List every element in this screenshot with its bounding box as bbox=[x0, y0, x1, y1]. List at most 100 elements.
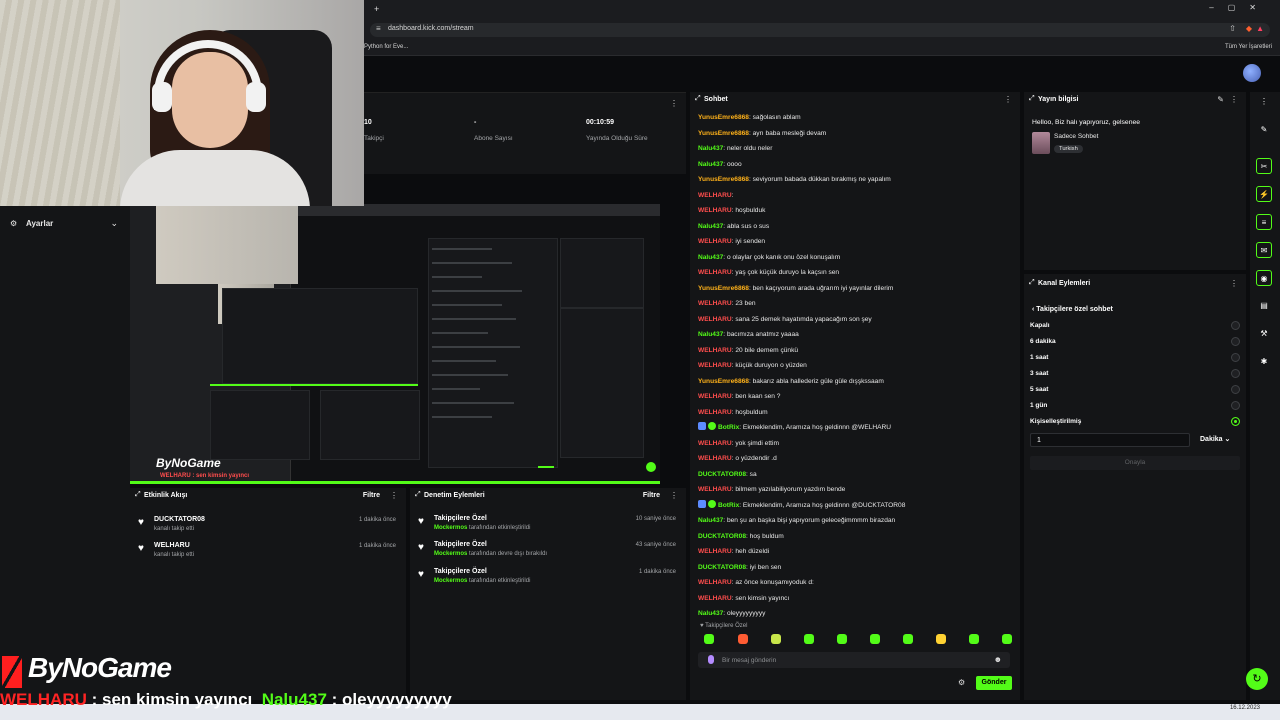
chat-settings-icon[interactable]: ⚙ bbox=[958, 678, 965, 687]
emoji-icon[interactable]: ☻ bbox=[994, 655, 1002, 664]
emote-icon[interactable] bbox=[837, 634, 847, 644]
chat-username[interactable]: BotRix bbox=[718, 424, 739, 431]
chat-username[interactable]: Nalu437 bbox=[698, 161, 723, 168]
duration-option[interactable]: 1 gün bbox=[1030, 400, 1240, 414]
chat-username[interactable]: WELHARU bbox=[698, 486, 732, 493]
chat-username[interactable]: DUCKTATOR08 bbox=[698, 471, 746, 478]
tune-icon[interactable]: ≡ bbox=[376, 24, 381, 33]
sidebar-item-settings[interactable]: ⚙ Ayarlar ⌄ bbox=[0, 216, 128, 232]
filter-button[interactable]: Filtre bbox=[643, 492, 660, 499]
emote-icon[interactable] bbox=[704, 634, 714, 644]
chat-username[interactable]: WELHARU bbox=[698, 316, 732, 323]
more-options-icon[interactable]: ⋮ bbox=[1230, 95, 1238, 104]
chat-username[interactable]: Nalu437 bbox=[698, 254, 723, 261]
activity-username[interactable]: WELHARU bbox=[154, 542, 190, 549]
emote-icon[interactable] bbox=[936, 634, 946, 644]
microphone-icon[interactable] bbox=[708, 655, 714, 664]
emote-icon[interactable] bbox=[969, 634, 979, 644]
chat-username[interactable]: WELHARU bbox=[698, 192, 732, 199]
more-options-icon[interactable]: ⋮ bbox=[670, 491, 678, 500]
chat-username[interactable]: DUCKTATOR08 bbox=[698, 533, 746, 540]
chat-username[interactable]: WELHARU bbox=[698, 595, 732, 602]
chat-username[interactable]: WELHARU bbox=[698, 393, 732, 400]
radio-button[interactable] bbox=[1231, 369, 1240, 378]
duration-option[interactable]: 3 saat bbox=[1030, 368, 1240, 382]
more-options-icon[interactable]: ⋮ bbox=[1004, 95, 1012, 104]
back-button[interactable]: ‹ Takipçilere özel sohbet bbox=[1032, 306, 1113, 313]
moderator-name[interactable]: Mockermos bbox=[434, 525, 467, 531]
emote-icon[interactable] bbox=[738, 634, 748, 644]
new-tab-icon[interactable]: + bbox=[374, 4, 379, 14]
radio-button-selected[interactable] bbox=[1231, 417, 1240, 426]
chat-username[interactable]: Nalu437 bbox=[698, 145, 723, 152]
unit-dropdown[interactable]: Dakika ⌄ bbox=[1200, 435, 1230, 443]
chat-username[interactable]: Nalu437 bbox=[698, 331, 723, 338]
chat-username[interactable]: WELHARU bbox=[698, 579, 732, 586]
chat-message-list[interactable]: YunusEmre6868: sağolasın ablam YunusEmre6… bbox=[698, 110, 1014, 618]
emote-icon[interactable] bbox=[870, 634, 880, 644]
duration-option[interactable]: Kapalı bbox=[1030, 320, 1240, 334]
chat-username[interactable]: WELHARU bbox=[698, 269, 732, 276]
chat-username[interactable]: Nalu437 bbox=[698, 610, 723, 617]
edit-icon[interactable]: ✎ bbox=[1217, 95, 1224, 104]
share-icon[interactable]: ⇧ bbox=[1229, 24, 1236, 33]
chat-username[interactable]: WELHARU bbox=[698, 362, 732, 369]
chat-username[interactable]: WELHARU bbox=[698, 207, 732, 214]
chat-username[interactable]: WELHARU bbox=[698, 455, 732, 462]
chat-username[interactable]: YunusEmre6868 bbox=[698, 378, 749, 385]
duration-option[interactable]: 6 dakika bbox=[1030, 336, 1240, 350]
radio-button[interactable] bbox=[1231, 337, 1240, 346]
chat-username[interactable]: WELHARU bbox=[698, 347, 732, 354]
emote-icon[interactable] bbox=[804, 634, 814, 644]
chat-input-box[interactable]: ☻ bbox=[698, 652, 1010, 668]
bookmark-item[interactable]: Python for Eve... bbox=[364, 44, 408, 50]
moderator-name[interactable]: Mockermos bbox=[434, 578, 467, 584]
emote-icon[interactable] bbox=[1002, 634, 1012, 644]
radio-button[interactable] bbox=[1231, 353, 1240, 362]
radio-button[interactable] bbox=[1231, 401, 1240, 410]
all-bookmarks-link[interactable]: Tüm Yer İşaretleri bbox=[1225, 44, 1272, 50]
pencil-icon[interactable]: ✎ bbox=[1256, 122, 1272, 138]
list-icon[interactable]: ≡ bbox=[1256, 214, 1272, 230]
emote-icon[interactable] bbox=[903, 634, 913, 644]
window-controls[interactable]: –▢✕ bbox=[1209, 3, 1270, 12]
server-icon[interactable]: ▤ bbox=[1256, 298, 1272, 314]
clip-icon[interactable]: ✂ bbox=[1256, 158, 1272, 174]
moderator-name[interactable]: Mockermos bbox=[434, 551, 467, 557]
chat-username[interactable]: YunusEmre6868 bbox=[698, 130, 749, 137]
more-options-icon[interactable]: ⋮ bbox=[1256, 94, 1272, 110]
broadcast-icon[interactable]: ◉ bbox=[1256, 270, 1272, 286]
chat-username[interactable]: BotRix bbox=[718, 502, 739, 509]
chat-username[interactable]: WELHARU bbox=[698, 300, 732, 307]
chat-username[interactable]: Nalu437 bbox=[698, 223, 723, 230]
wrench-icon[interactable]: ⚒ bbox=[1256, 326, 1272, 342]
chat-bubble-icon[interactable]: ✉ bbox=[1256, 242, 1272, 258]
chat-username[interactable]: YunusEmre6868 bbox=[698, 176, 749, 183]
brave-shield-icon[interactable]: ◆ bbox=[1246, 24, 1252, 33]
emote-icon[interactable] bbox=[771, 634, 781, 644]
confirm-button[interactable]: Onayla bbox=[1030, 456, 1240, 470]
puzzle-icon[interactable]: ✱ bbox=[1256, 354, 1272, 370]
chat-message-input[interactable] bbox=[722, 654, 992, 666]
chat-username[interactable]: WELHARU bbox=[698, 238, 732, 245]
duration-option[interactable]: Kişiselleştirilmiş bbox=[1030, 416, 1240, 430]
activity-username[interactable]: DUCKTATOR08 bbox=[154, 516, 205, 523]
chat-username[interactable]: WELHARU bbox=[698, 409, 732, 416]
filter-button[interactable]: Filtre bbox=[363, 492, 380, 499]
radio-button[interactable] bbox=[1231, 385, 1240, 394]
user-avatar[interactable] bbox=[1243, 64, 1261, 82]
chat-username[interactable]: Nalu437 bbox=[698, 517, 723, 524]
url-field[interactable]: ≡ dashboard.kick.com/stream ⇧ ◆ ▲ bbox=[370, 23, 1270, 37]
chat-username[interactable]: YunusEmre6868 bbox=[698, 114, 749, 121]
duration-option[interactable]: 5 saat bbox=[1030, 384, 1240, 398]
floating-action-button[interactable]: ↻ bbox=[1246, 668, 1268, 690]
send-button[interactable]: Gönder bbox=[976, 676, 1012, 690]
duration-option[interactable]: 1 saat bbox=[1030, 352, 1240, 366]
chat-username[interactable]: DUCKTATOR08 bbox=[698, 564, 746, 571]
more-options-icon[interactable]: ⋮ bbox=[670, 99, 678, 108]
lightning-icon[interactable]: ⚡ bbox=[1256, 186, 1272, 202]
chat-username[interactable]: WELHARU bbox=[698, 548, 732, 555]
chat-username[interactable]: YunusEmre6868 bbox=[698, 285, 749, 292]
radio-button[interactable] bbox=[1231, 321, 1240, 330]
brave-rewards-icon[interactable]: ▲ bbox=[1256, 24, 1264, 33]
